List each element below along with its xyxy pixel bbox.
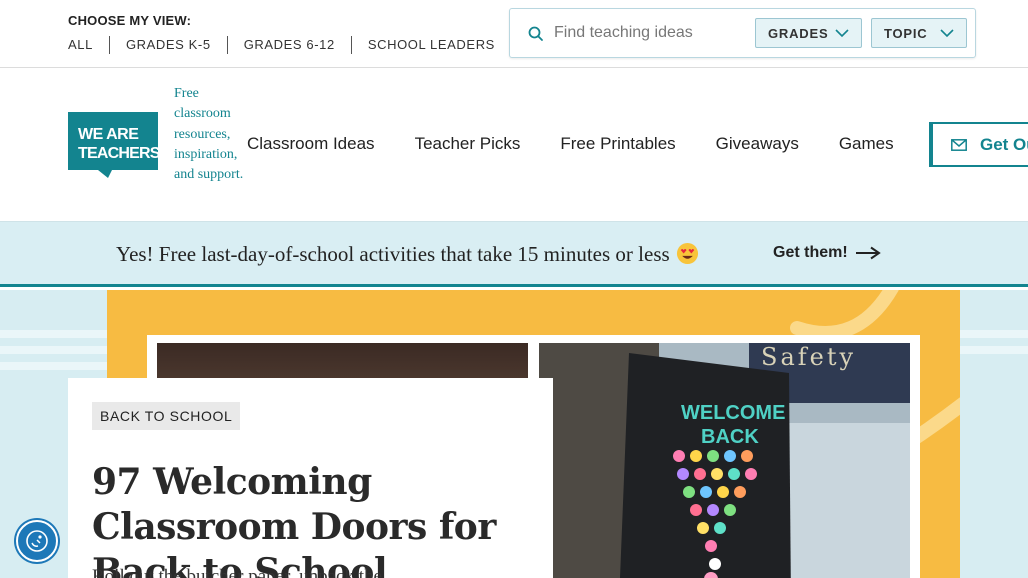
featured-article-card: BACK TO SCHOOL 97 Welcoming Classroom Do…	[68, 378, 553, 578]
article-headline[interactable]: 97 Welcoming Classroom Doors for Back to…	[92, 460, 542, 578]
svg-text:BACK: BACK	[701, 426, 759, 448]
grades-dropdown[interactable]: GRADES	[755, 18, 862, 48]
search-icon[interactable]	[527, 25, 545, 43]
nav-free-printables[interactable]: Free Printables	[560, 134, 675, 154]
top-utility-bar: CHOOSE MY VIEW: ALL GRADES K-5 GRADES 6-…	[0, 0, 1028, 68]
accessibility-icon	[26, 530, 48, 552]
article-excerpt: Roll out the butcher paper, unpack the	[92, 566, 382, 578]
topic-dropdown-label: TOPIC	[884, 25, 928, 41]
category-tag[interactable]: BACK TO SCHOOL	[92, 402, 241, 430]
view-links: ALL GRADES K-5 GRADES 6-12 SCHOOL LEADER…	[68, 36, 511, 54]
accessibility-button[interactable]	[16, 520, 58, 562]
nav-classroom-ideas[interactable]: Classroom Ideas	[247, 134, 375, 154]
heart-eyes-emoji-icon	[676, 242, 698, 265]
promo-banner: Yes! Free last-day-of-school activities …	[0, 221, 1028, 287]
topic-dropdown[interactable]: TOPIC	[871, 18, 967, 48]
nav-giveaways[interactable]: Giveaways	[716, 134, 799, 154]
search-input[interactable]	[554, 19, 750, 47]
svg-text:WE ARE: WE ARE	[78, 126, 139, 143]
nav-games[interactable]: Games	[839, 134, 894, 154]
svg-text:WELCOME: WELCOME	[681, 402, 785, 424]
view-label: CHOOSE MY VIEW:	[68, 13, 192, 28]
site-tagline: Free classroom resources, inspiration, a…	[174, 86, 244, 183]
view-link-grades-6-12[interactable]: GRADES 6-12	[226, 36, 351, 54]
svg-text:TEACHERS: TEACHERS	[78, 145, 158, 162]
chevron-down-icon	[835, 29, 849, 38]
view-link-all[interactable]: ALL	[68, 36, 109, 54]
we-are-teachers-logo[interactable]: WE ARE TEACHERS	[68, 112, 158, 178]
classroom-door-photo-right: Safety WELCOME BACK	[539, 343, 910, 578]
nav-teacher-picks[interactable]: Teacher Picks	[415, 134, 521, 154]
promo-cta-link[interactable]: Get them!	[773, 244, 881, 262]
view-link-school-leaders[interactable]: SCHOOL LEADERS	[350, 36, 511, 54]
grades-dropdown-label: GRADES	[768, 25, 829, 41]
search-box: GRADES TOPIC	[509, 8, 976, 58]
newsletter-button-label: Get Our	[980, 134, 1028, 154]
stripe	[0, 362, 110, 370]
mail-icon	[951, 138, 967, 151]
site-header: WE ARE TEACHERS Free classroom resources…	[0, 68, 1028, 221]
svg-text:Safety: Safety	[761, 343, 856, 371]
chevron-down-icon	[940, 29, 954, 38]
promo-text: Yes! Free last-day-of-school activities …	[116, 242, 699, 267]
welcome-back-door-illustration: Safety WELCOME BACK	[539, 343, 910, 578]
view-link-grades-k5[interactable]: GRADES K-5	[108, 36, 227, 54]
main-nav: Classroom Ideas Teacher Picks Free Print…	[247, 134, 934, 154]
promo-message: Yes! Free last-day-of-school activities …	[116, 242, 670, 266]
newsletter-button[interactable]: Get Our	[929, 122, 1028, 167]
arrow-right-icon	[855, 246, 881, 260]
promo-cta-label: Get them!	[773, 244, 848, 261]
